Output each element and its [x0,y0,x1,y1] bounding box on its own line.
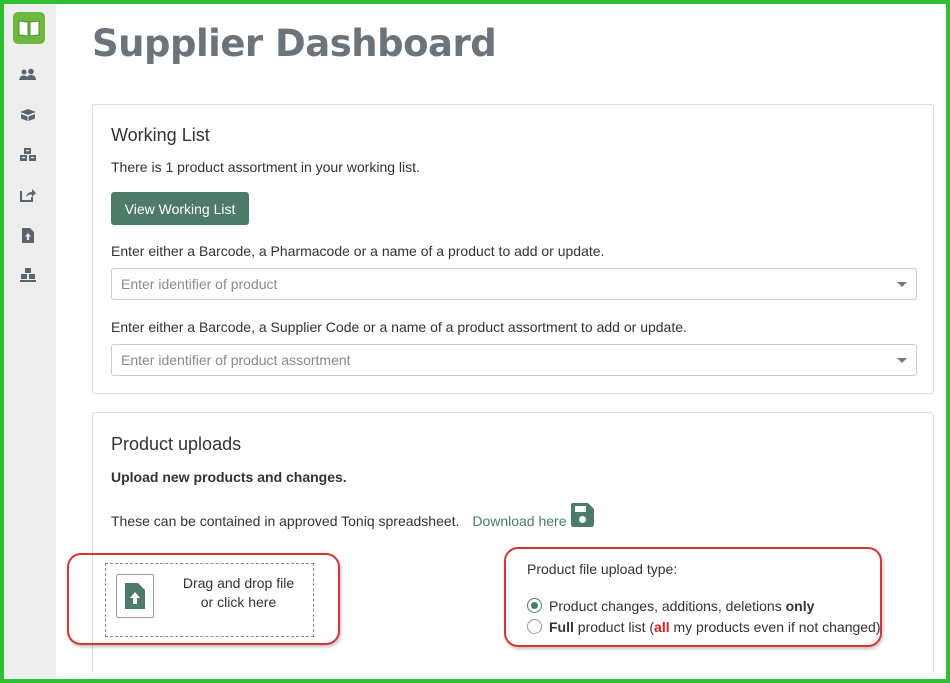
sidebar [4,4,56,679]
product-identifier-select[interactable]: Enter identifier of product [111,268,917,300]
chevron-down-icon [897,282,907,287]
product-uploads-heading: Product uploads [111,434,242,454]
product-prompt: Enter either a Barcode, a Pharmacode or … [111,243,605,259]
highlight-oval-dropzone [67,553,340,645]
box-icon[interactable] [16,104,40,126]
book-logo-icon[interactable] [13,12,45,44]
pallet-icon[interactable] [16,264,40,286]
download-link[interactable]: Download here [472,513,566,529]
working-list-panel: Working List There is 1 product assortme… [92,104,934,394]
file-upload-icon[interactable] [16,224,40,246]
uploads-subheading: Upload new products and changes. [111,469,347,485]
assortment-identifier-placeholder: Enter identifier of product assortment [121,352,351,368]
highlight-oval-upload-type [504,547,882,647]
users-icon[interactable] [16,64,40,86]
save-icon[interactable] [569,502,595,528]
assortment-prompt: Enter either a Barcode, a Supplier Code … [111,319,687,335]
chevron-down-icon [897,358,907,363]
view-working-list-button[interactable]: View Working List [111,192,249,225]
share-icon[interactable] [16,184,40,206]
assortment-identifier-select[interactable]: Enter identifier of product assortment [111,344,917,376]
spreadsheet-note: These can be contained in approved Toniq… [111,513,567,529]
working-list-status: There is 1 product assortment in your wo… [111,159,420,175]
app-frame: Supplier Dashboard Working List There is… [4,4,946,679]
product-identifier-placeholder: Enter identifier of product [121,276,278,292]
page-title: Supplier Dashboard [92,22,497,65]
boxes-icon[interactable] [16,144,40,166]
spreadsheet-text: These can be contained in approved Toniq… [111,513,460,529]
working-list-heading: Working List [111,125,210,145]
